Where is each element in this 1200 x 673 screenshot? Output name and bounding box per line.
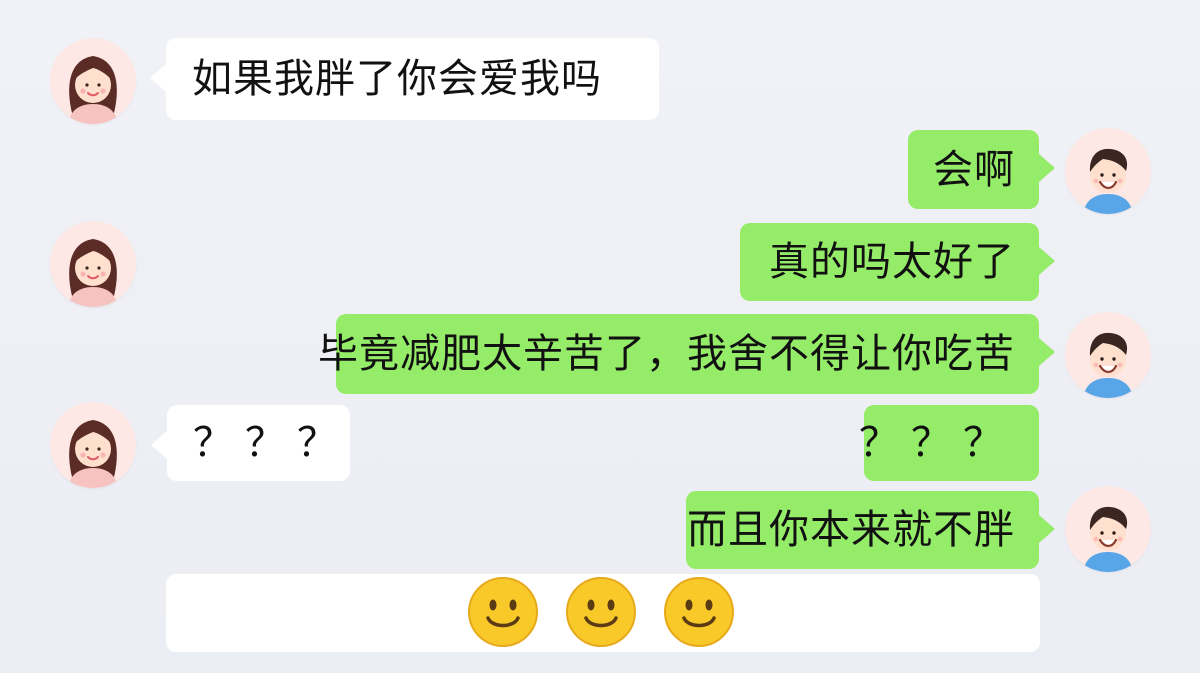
boy-avatar-icon — [1065, 486, 1151, 572]
boy-avatar-icon — [1065, 312, 1151, 398]
message-bubble-left[interactable]: 如果我胖了你会爱我吗 — [150, 38, 659, 120]
female-avatar[interactable] — [50, 221, 136, 307]
message-bubble-right[interactable]: 而且你本来就不胖 — [686, 491, 1055, 569]
message-bubble-right[interactable]: ？？？ — [859, 405, 1039, 481]
smiley-emoji-icon — [566, 577, 636, 647]
female-avatar[interactable] — [50, 402, 136, 488]
girl-avatar-icon — [50, 402, 136, 488]
smiley-emoji-icon — [468, 577, 538, 647]
smiley-emoji-icon — [664, 577, 734, 647]
male-avatar[interactable] — [1065, 486, 1151, 572]
male-avatar[interactable] — [1065, 128, 1151, 214]
boy-avatar-icon — [1065, 128, 1151, 214]
emoji-row — [466, 575, 736, 649]
message-bubble-right[interactable]: 会啊 — [908, 130, 1055, 209]
smiley-emoji — [466, 575, 540, 649]
message-bubble-left[interactable]: ？？？ — [151, 405, 350, 481]
smiley-emoji — [662, 575, 736, 649]
male-avatar[interactable] — [1065, 312, 1151, 398]
smiley-emoji — [564, 575, 638, 649]
female-avatar[interactable] — [50, 38, 136, 124]
girl-avatar-icon — [50, 38, 136, 124]
chat-window: 如果我胖了你会爱我吗 会啊 真的吗太好了 毕竟减肥太辛苦了，我舍不得让你吃苦 ？… — [0, 0, 1200, 673]
message-bubble-right[interactable]: 毕竟减肥太辛苦了，我舍不得让你吃苦 — [318, 314, 1055, 394]
message-bubble-right[interactable]: 真的吗太好了 — [740, 223, 1055, 301]
girl-avatar-icon — [50, 221, 136, 307]
